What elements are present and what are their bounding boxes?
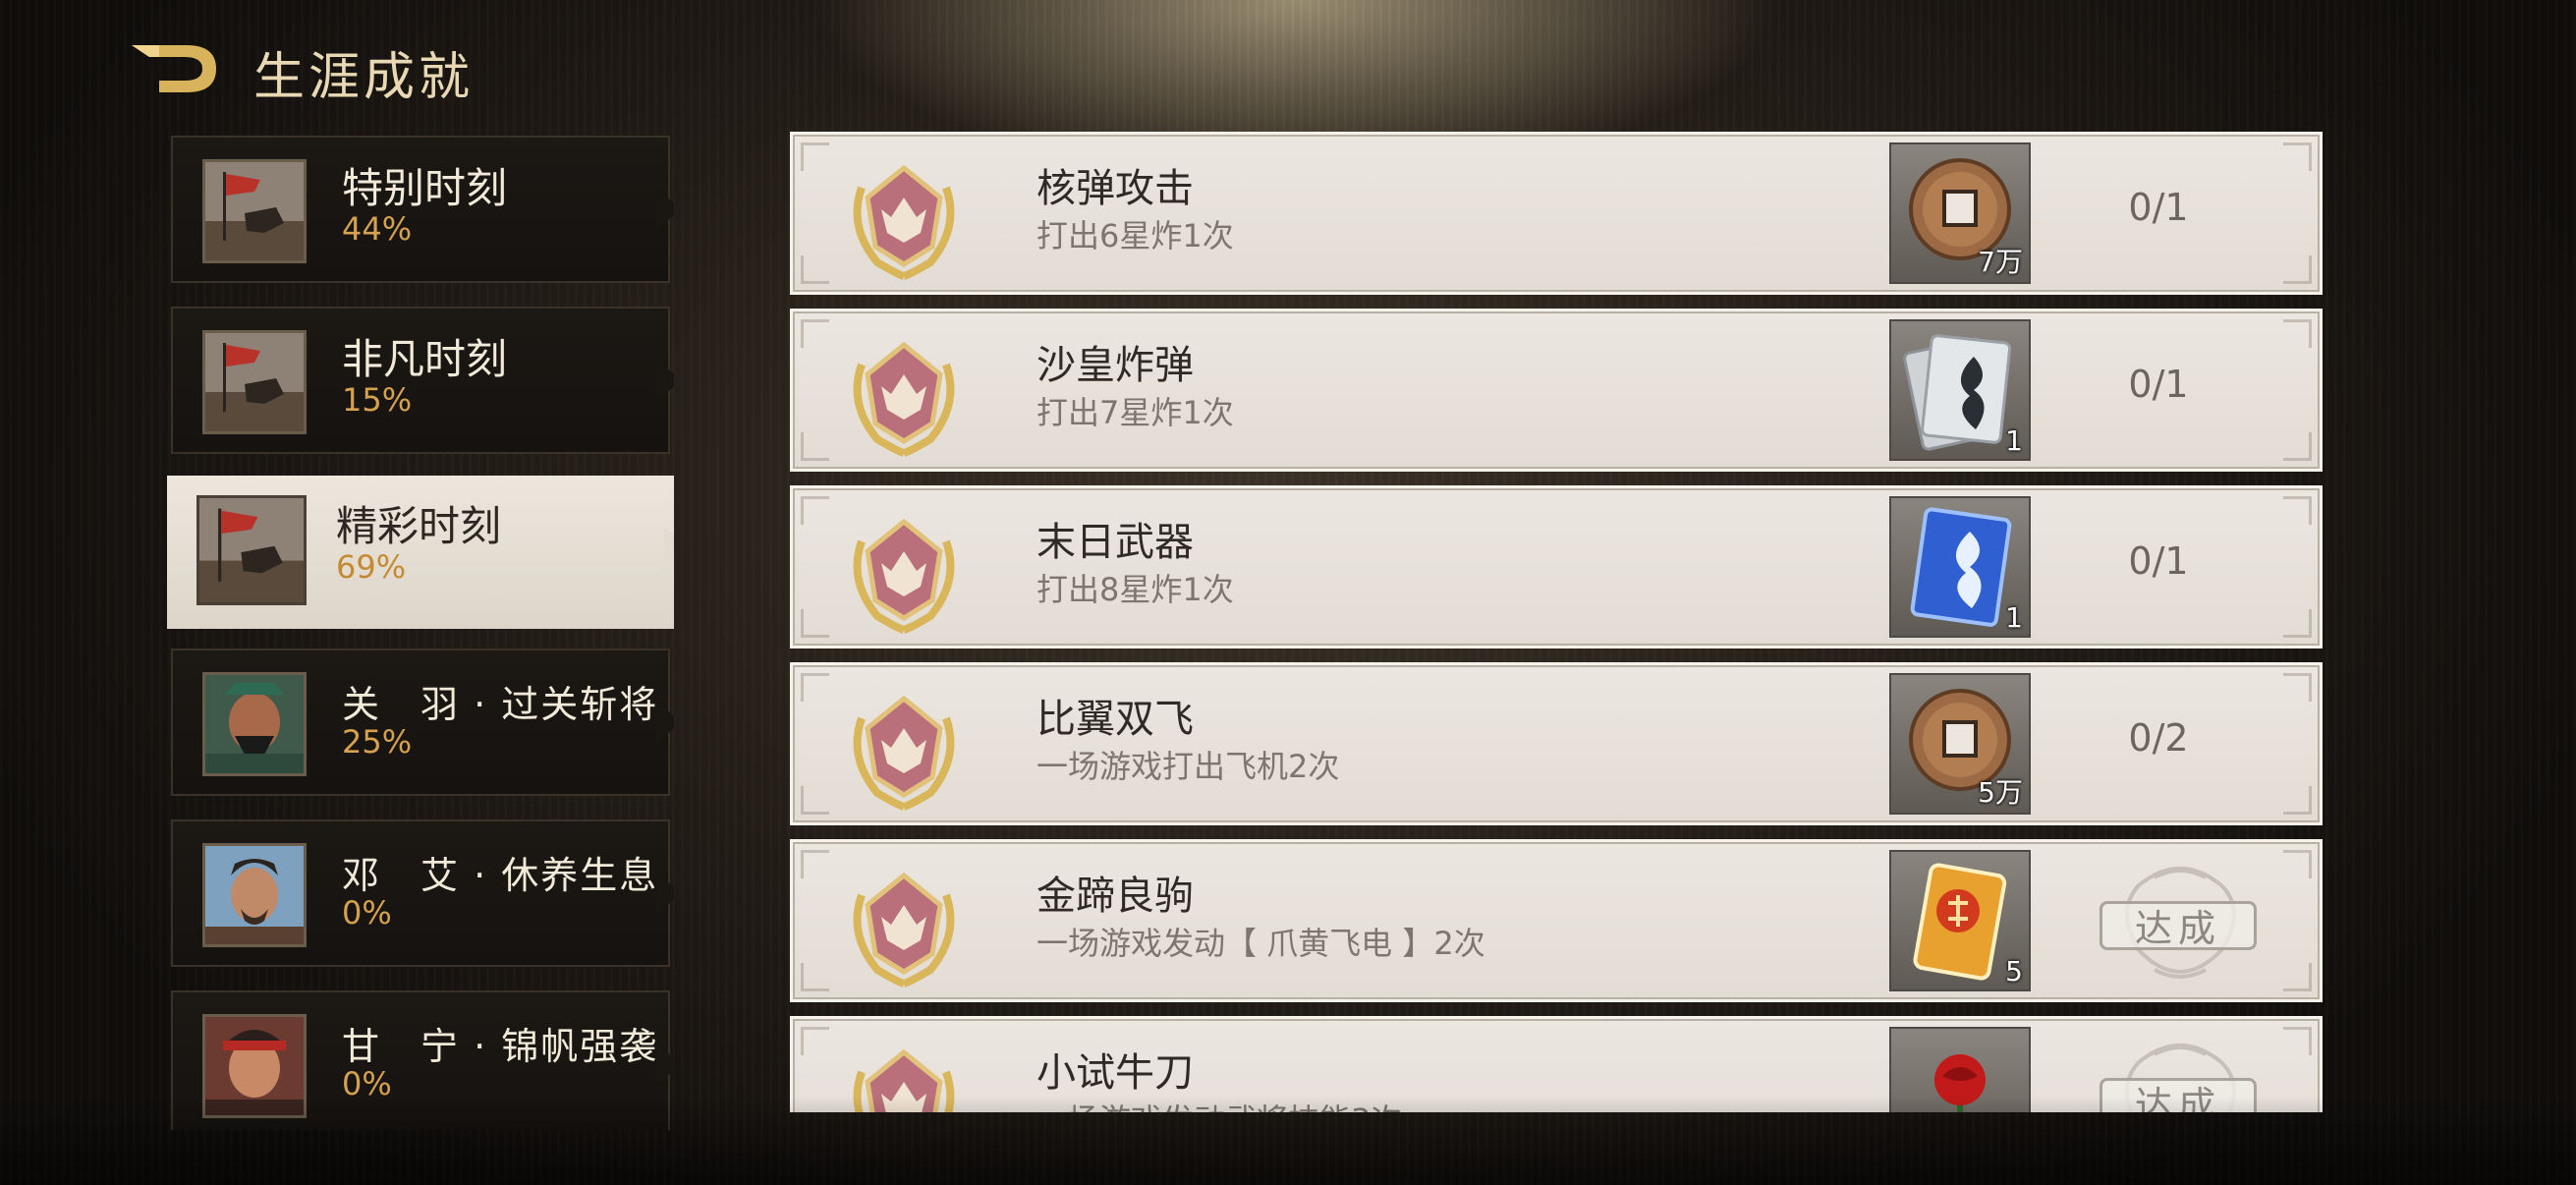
laurel-badge-icon — [838, 502, 970, 638]
category-name: 邓 艾 · 休养生息 — [342, 854, 659, 897]
achievement-desc: 打出6星炸1次 — [1036, 217, 1234, 254]
completed-label: 达成 — [2100, 901, 2257, 950]
frame-corner — [2283, 1027, 2312, 1055]
red-rose-icon[interactable] — [1889, 1027, 2031, 1112]
category-percent: 69% — [336, 548, 407, 586]
back-arrow-icon[interactable] — [126, 37, 224, 100]
laurel-badge-icon — [838, 325, 970, 461]
category-percent: 15% — [342, 381, 413, 419]
category-percent: 25% — [342, 723, 413, 761]
laurel-badge-icon — [838, 148, 970, 284]
battle-flag-thumb — [202, 159, 307, 263]
laurel-badge-icon — [838, 856, 970, 991]
achievement-row: 沙皇炸弹 打出7星炸1次 1 0/1 — [790, 309, 2323, 472]
blue-card-pack-icon[interactable]: 1 — [1889, 496, 2031, 638]
achievement-title: 小试牛刀 — [1036, 1050, 1194, 1096]
achievement-title: 沙皇炸弹 — [1036, 343, 1194, 388]
category-name: 特别时刻 — [342, 164, 508, 212]
category-item-special[interactable]: 特别时刻 44% — [171, 136, 670, 283]
reward-quantity: 5 — [2005, 955, 2023, 988]
category-item-guan-yu[interactable]: 关 羽 · 过关斩将 25% — [171, 649, 670, 796]
achievement-desc: 一场游戏发动【 爪黄飞电 】2次 — [1036, 925, 1485, 962]
page-title: 生涯成就 — [253, 48, 475, 107]
achievement-desc: 一场游戏打出飞机2次 — [1036, 748, 1340, 785]
frame-corner — [801, 850, 829, 878]
frame-corner — [801, 1027, 829, 1055]
achievement-progress: 0/2 — [2128, 716, 2189, 760]
achievement-title: 末日武器 — [1036, 520, 1194, 565]
achievement-desc: 一场游戏发动武将技能3次 — [1036, 1096, 1402, 1112]
category-percent: 0% — [342, 894, 392, 931]
frame-corner — [2283, 319, 2312, 348]
frame-corner — [2283, 963, 2312, 991]
achievement-row: 小试牛刀 一场游戏发动武将技能3次 达成 — [790, 1016, 2323, 1112]
achievement-desc: 打出8星炸1次 — [1036, 571, 1234, 608]
achievement-title: 比翼双飞 — [1036, 697, 1194, 742]
guan-yu-portrait — [202, 672, 307, 776]
achievement-title: 核弹攻击 — [1036, 166, 1194, 211]
category-sidebar: 特别时刻 44% 非凡时刻 15% 精彩时刻 69% 关 羽 · 过关斩将 25… — [167, 136, 674, 1130]
gold-ticket-icon[interactable]: 5 — [1889, 850, 2031, 991]
category-item-highlight[interactable]: 精彩时刻 69% — [167, 476, 674, 629]
achievement-list[interactable]: 核弹攻击 打出6星炸1次 7万 0/1 沙皇炸弹 打出7星炸1次 1 0/1 末… — [790, 132, 2323, 1112]
gan-ning-portrait — [202, 1014, 307, 1118]
frame-corner — [2283, 609, 2312, 638]
frame-corner — [2283, 142, 2312, 171]
frame-corner — [2283, 673, 2312, 702]
laurel-badge-icon — [838, 679, 970, 815]
category-percent: 44% — [342, 210, 413, 248]
category-name: 关 羽 · 过关斩将 — [342, 683, 659, 726]
completed-seal: 达成 — [2100, 856, 2261, 991]
frame-corner — [2283, 850, 2312, 878]
frame-corner — [801, 963, 829, 991]
reward-quantity: 1 — [2005, 601, 2023, 634]
frame-corner — [801, 319, 829, 348]
copper-coin-icon[interactable]: 7万 — [1889, 142, 2031, 284]
achievement-title: 金蹄良驹 — [1036, 874, 1194, 919]
category-name: 非凡时刻 — [342, 335, 508, 383]
frame-corner — [2283, 786, 2312, 815]
frame-corner — [2283, 496, 2312, 525]
category-percent: 0% — [342, 1065, 392, 1102]
copper-coin-icon[interactable]: 5万 — [1889, 673, 2031, 815]
silver-card-pack-icon[interactable]: 1 — [1889, 319, 2031, 461]
frame-corner — [801, 673, 829, 702]
achievement-progress: 0/1 — [2128, 363, 2189, 406]
achievement-progress: 0/1 — [2128, 186, 2189, 229]
reward-quantity: 5万 — [1978, 776, 2023, 809]
category-item-extraordinary[interactable]: 非凡时刻 15% — [171, 307, 670, 454]
reward-quantity: 7万 — [1978, 246, 2023, 278]
reward-quantity: 1 — [2005, 424, 2023, 457]
battle-flag-thumb — [202, 330, 307, 434]
completed-label: 达成 — [2100, 1078, 2257, 1112]
frame-corner — [2283, 255, 2312, 284]
frame-corner — [801, 432, 829, 461]
category-name: 精彩时刻 — [336, 502, 502, 550]
achievement-row: 核弹攻击 打出6星炸1次 7万 0/1 — [790, 132, 2323, 295]
category-name: 甘 宁 · 锦帆强袭 — [342, 1025, 659, 1068]
achievement-progress: 0/1 — [2128, 539, 2189, 583]
category-item-gan-ning[interactable]: 甘 宁 · 锦帆强袭 0% — [171, 990, 670, 1130]
completed-seal: 达成 — [2100, 1033, 2261, 1112]
battle-flag-thumb — [196, 495, 307, 605]
achievement-row: 金蹄良驹 一场游戏发动【 爪黄飞电 】2次 5 达成 — [790, 839, 2323, 1002]
achievement-row: 比翼双飞 一场游戏打出飞机2次 5万 0/2 — [790, 662, 2323, 825]
category-item-deng-ai[interactable]: 邓 艾 · 休养生息 0% — [171, 819, 670, 967]
frame-corner — [801, 496, 829, 525]
frame-corner — [801, 609, 829, 638]
frame-corner — [801, 255, 829, 284]
deng-ai-portrait — [202, 843, 307, 947]
frame-corner — [801, 142, 829, 171]
achievement-row: 末日武器 打出8星炸1次 1 0/1 — [790, 485, 2323, 649]
frame-corner — [2283, 432, 2312, 461]
laurel-badge-icon — [838, 1033, 970, 1112]
achievement-desc: 打出7星炸1次 — [1036, 394, 1234, 431]
frame-corner — [801, 786, 829, 815]
